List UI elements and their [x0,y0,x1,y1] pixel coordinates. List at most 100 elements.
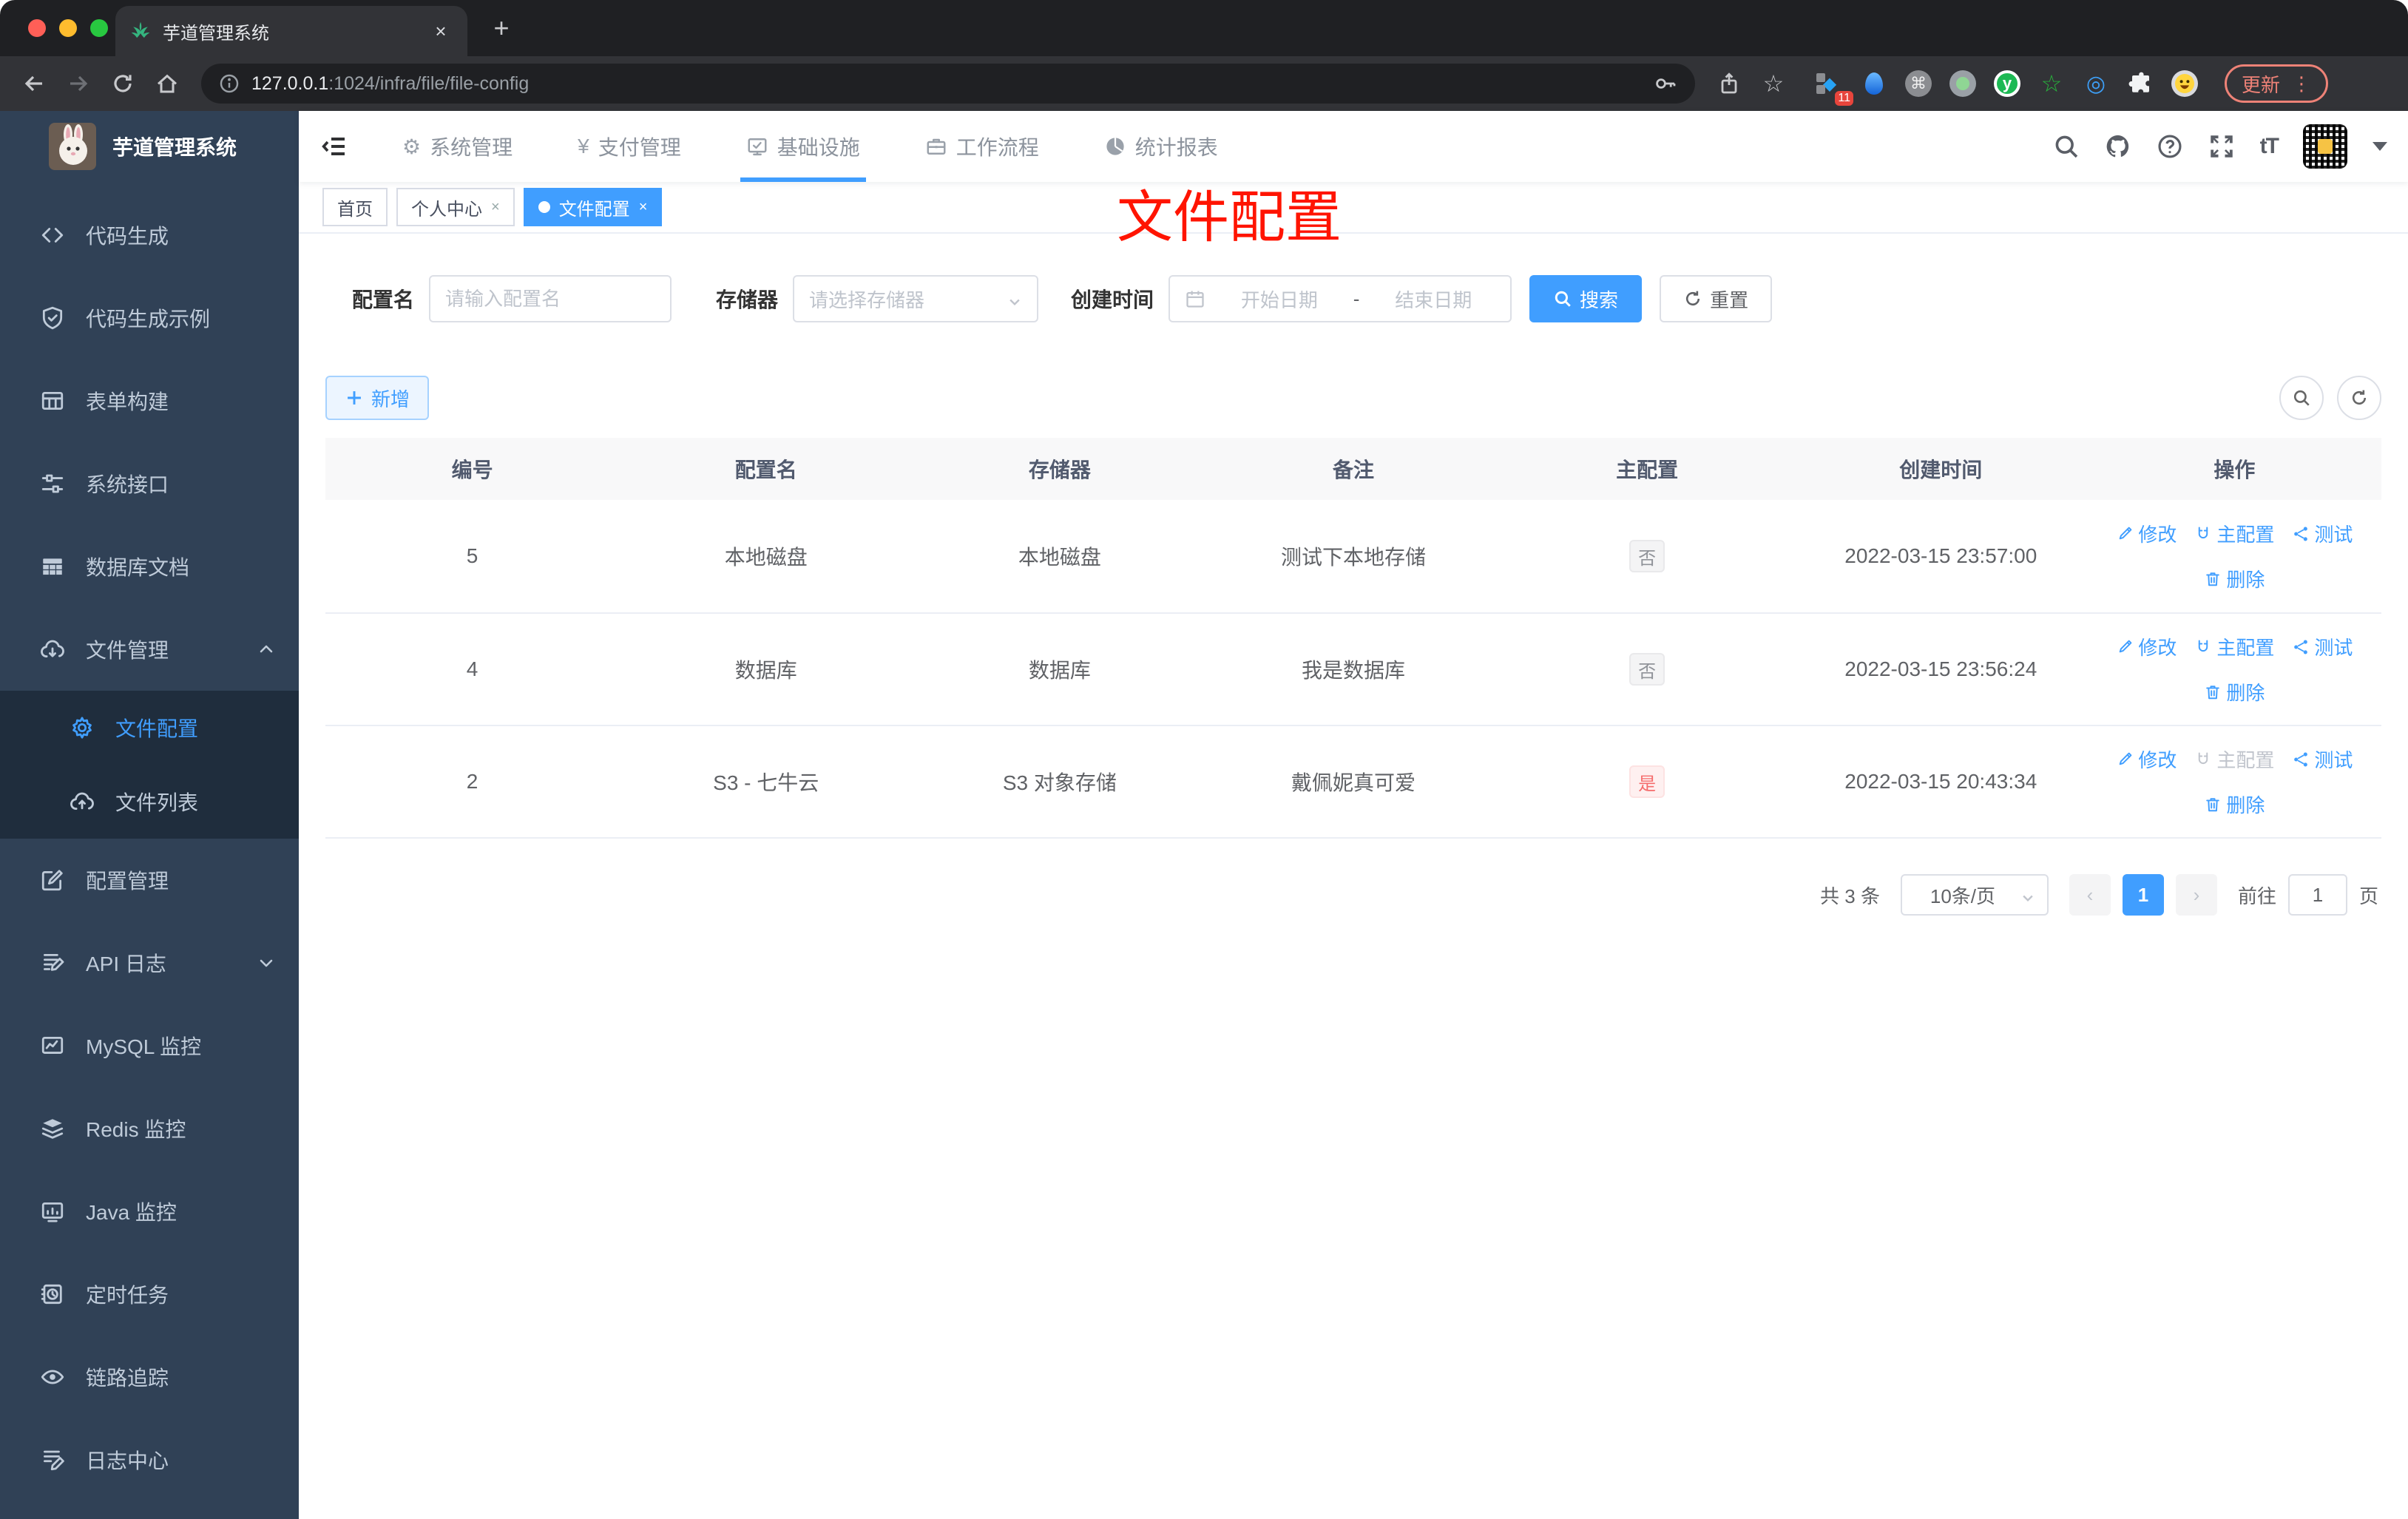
row-action-删除[interactable]: 删除 [2204,791,2265,818]
refresh-icon [1683,289,1702,308]
sidebar-item-form-build[interactable]: 表单构建 [0,359,299,442]
sidebar-item-log-center[interactable]: 日志中心 [0,1418,299,1501]
bookmark-star-icon[interactable]: ☆ [1754,64,1793,103]
extension-eye-icon[interactable]: ◎ [2083,70,2109,97]
sidebar-collapse-icon[interactable] [299,111,370,182]
row-action-主配置[interactable]: 主配置 [2194,633,2274,660]
sidebar: 芋道管理系统 代码生成 代码生成示例 表单构建 系统接口 数据库文档 文件管理 文件配置 文件… [0,111,299,1519]
sidebar-item-cron-job[interactable]: 定时任务 [0,1253,299,1336]
browser-update-button[interactable]: 更新 ⋮ [2225,64,2329,103]
forward-icon[interactable] [59,64,98,103]
topnav-item-payment[interactable]: ¥ 支付管理 [545,111,714,182]
chevron-up-icon [257,640,275,658]
help-icon[interactable] [2157,133,2183,160]
search-icon [2292,388,2311,407]
extension-command-icon[interactable]: ⌘ [1905,70,1932,97]
row-action-测试[interactable]: 测试 [2292,520,2353,547]
tag-首页[interactable]: 首页 [322,188,388,226]
reset-button[interactable]: 重置 [1660,275,1773,322]
sidebar-item-config-mgmt[interactable]: 配置管理 [0,839,299,921]
prev-page-button[interactable]: ‹ [2069,874,2111,916]
end-date-placeholder[interactable]: 结束日期 [1371,285,1495,313]
row-action-修改[interactable]: 修改 [2116,745,2177,773]
refresh-table-button[interactable] [2337,376,2381,420]
toggle-search-button[interactable] [2279,376,2324,420]
table-header-cell: 备注 [1332,459,1374,481]
page-1-button[interactable]: 1 [2122,874,2164,916]
date-range-picker[interactable]: 开始日期 - 结束日期 [1169,275,1512,322]
sidebar-item-file-config[interactable]: 文件配置 [0,691,299,765]
sidebar-item-mysql-monitor[interactable]: MySQL 监控 [0,1004,299,1087]
extension-record-icon[interactable] [1949,70,1976,97]
goto-page-input[interactable] [2287,874,2347,916]
share-icon[interactable] [1710,64,1748,103]
reload-icon[interactable] [104,64,142,103]
topnav-item-infra[interactable]: 基础设施 [714,111,893,182]
sidebar-item-redis-monitor[interactable]: Redis 监控 [0,1087,299,1170]
extensions-puzzle-icon[interactable] [2127,70,2154,97]
row-action-测试[interactable]: 测试 [2292,745,2353,773]
zoom-window-button[interactable] [90,19,108,37]
minimize-window-button[interactable] [59,19,77,37]
browser-menu-icon[interactable]: ⋮ [2292,72,2311,95]
row-action-删除[interactable]: 删除 [2204,565,2265,592]
tab-close-icon[interactable]: × [429,19,453,43]
extension-y-icon[interactable]: y [1994,70,2020,97]
profile-emoji-icon[interactable] [2171,70,2198,97]
window-controls[interactable] [28,19,108,37]
sidebar-item-code-demo[interactable]: 代码生成示例 [0,277,299,359]
topnav-item-workflow[interactable]: 工作流程 [893,111,1072,182]
storage-select[interactable]: 请选择存储器 [793,275,1039,322]
tag-个人中心[interactable]: 个人中心 × [396,188,515,226]
github-icon[interactable] [2105,133,2131,160]
extension-diamond-icon[interactable]: ◆ 11 [1816,70,1853,106]
user-menu-caret-icon[interactable] [2373,142,2387,151]
close-window-button[interactable] [28,19,46,37]
tag-文件配置[interactable]: 文件配置 × [523,188,663,226]
sidebar-item-file-list[interactable]: 文件列表 [0,765,299,839]
browser-tab[interactable]: 芋道管理系统 × [115,6,467,56]
start-date-placeholder[interactable]: 开始日期 [1217,285,1342,313]
page-size-select[interactable]: 10条/页 [1900,874,2049,916]
app-logo[interactable]: 芋道管理系统 [0,111,299,182]
tag-close-icon[interactable]: × [491,199,500,216]
row-action-修改[interactable]: 修改 [2116,520,2177,547]
row-action-测试[interactable]: 测试 [2292,633,2353,660]
extension-gem-icon[interactable] [1861,70,1887,97]
row-action-主配置[interactable]: 主配置 [2194,520,2274,547]
site-info-icon[interactable] [219,73,240,94]
favicon-leaf-icon [130,21,151,41]
tagbar: 首页 个人中心 × 文件配置 × [299,182,2408,234]
cell-id: 4 [466,657,478,680]
next-page-button[interactable]: › [2175,874,2217,916]
sidebar-item-file-mgmt[interactable]: 文件管理 [0,608,299,691]
row-action-修改[interactable]: 修改 [2116,633,2177,660]
sidebar-item-trace[interactable]: 链路追踪 [0,1336,299,1418]
sidebar-item-db-doc[interactable]: 数据库文档 [0,525,299,608]
sidebar-item-code-gen[interactable]: 代码生成 [0,194,299,277]
sidebar-item-api-log[interactable]: API 日志 [0,921,299,1004]
address-bar[interactable]: 127.0.0.1:1024/infra/file/file-config [201,64,1695,104]
cell-created: 2022-03-15 23:57:00 [1844,544,2037,567]
url-text: 127.0.0.1:1024/infra/file/file-config [251,73,529,95]
sidebar-item-sys-api[interactable]: 系统接口 [0,442,299,525]
fullscreen-icon[interactable] [2208,133,2235,160]
extension-star-icon[interactable]: ☆ [2038,70,2065,97]
search-icon[interactable] [2053,133,2080,160]
row-action-删除[interactable]: 删除 [2204,678,2265,706]
password-key-icon[interactable] [1654,72,1677,95]
home-icon[interactable] [148,64,186,103]
tag-close-icon[interactable]: × [639,199,648,216]
config-name-input[interactable] [429,275,672,322]
back-icon[interactable] [15,64,53,103]
font-size-icon[interactable]: tT [2260,134,2279,159]
new-tab-button[interactable]: + [482,9,521,47]
add-button[interactable]: 新增 [325,376,430,420]
sidebar-item-label: API 日志 [86,953,166,975]
topnav-item-system[interactable]: ⚙ 系统管理 [370,111,545,182]
user-avatar[interactable] [2303,124,2347,169]
tag-label: 首页 [337,199,373,220]
row-action-主配置[interactable]: 主配置 [2194,745,2274,773]
sidebar-item-java-monitor[interactable]: Java 监控 [0,1170,299,1253]
search-button[interactable]: 搜索 [1529,275,1643,322]
